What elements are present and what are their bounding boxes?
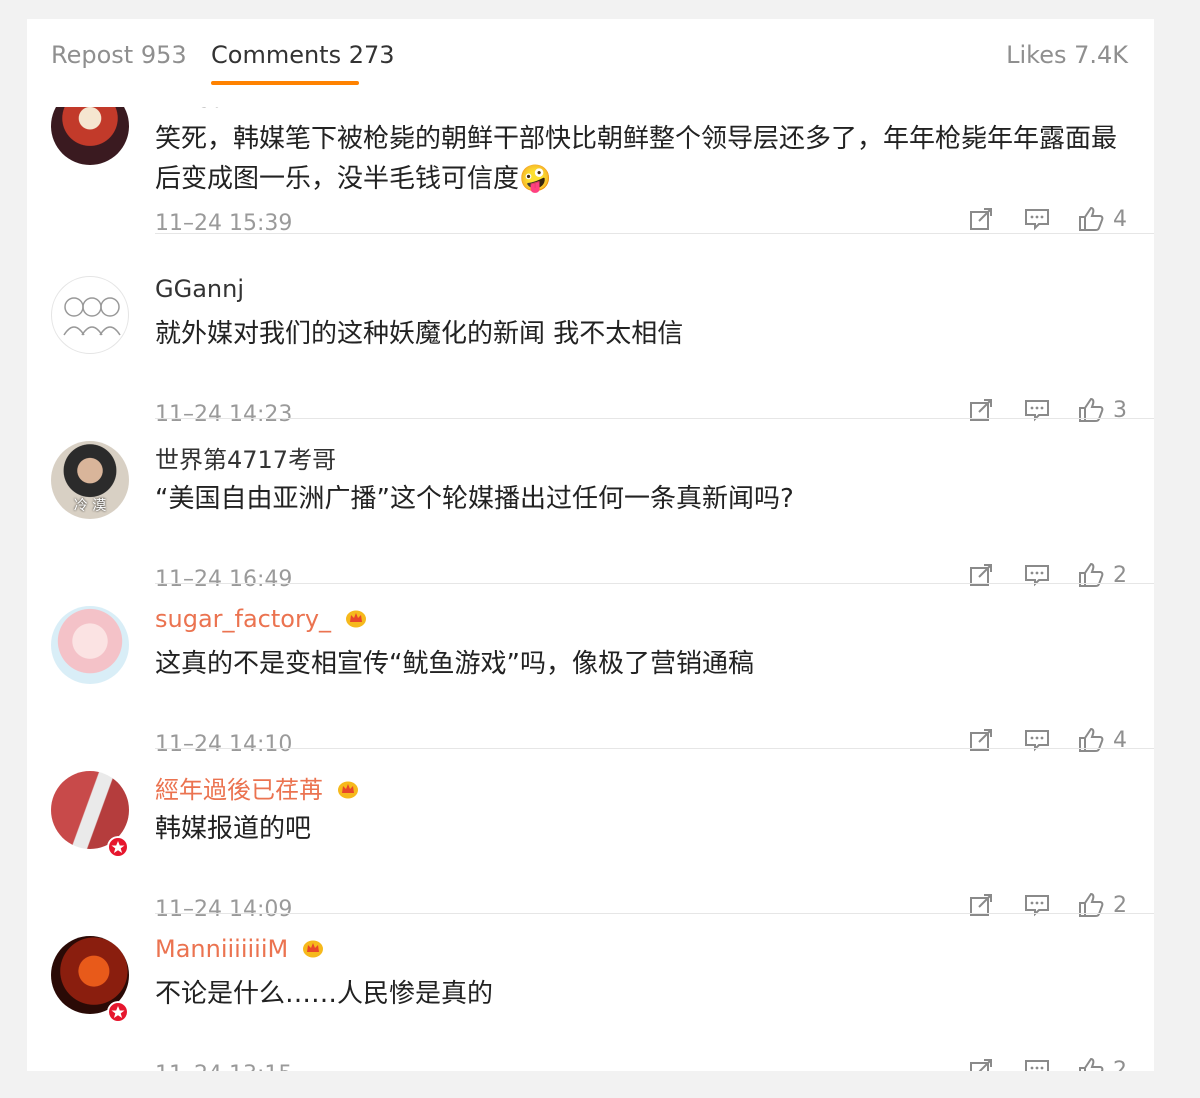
comment-text: 就外媒对我们的这种妖魔化的新闻 我不太相信 [155, 319, 684, 349]
like-count: 4 [1113, 207, 1127, 232]
vip-crown-icon [337, 781, 358, 799]
tab-comments[interactable]: Comments 273 [211, 41, 395, 69]
username[interactable]: 經年過後已荏苒 [155, 770, 359, 805]
user-avatar[interactable] [51, 606, 129, 684]
tab-likes[interactable]: Likes 7.4K [1006, 41, 1128, 69]
comment-item: 冷 漠 世界第4717考哥 “美国自由亚洲广播”这个轮媒播出过任何一条真新闻吗?… [27, 419, 1154, 592]
user-avatar[interactable] [51, 276, 129, 354]
vip-crown-icon [345, 610, 366, 628]
tab-repost[interactable]: Repost 953 [51, 41, 187, 69]
like-count: 2 [1113, 1058, 1127, 1071]
thumbs-up-icon[interactable] [1077, 205, 1105, 233]
verified-badge-icon [107, 1001, 129, 1023]
username-text: 經年過後已荏苒 [155, 776, 323, 804]
comment-text: “美国自由亚洲广播”这个轮媒播出过任何一条真新闻吗? [155, 484, 794, 514]
username[interactable]: ManniiiiiiiM [155, 935, 324, 963]
comments-panel: Repost 953 Comments 273 Likes 7.4K Eltre… [27, 19, 1154, 1071]
tab-bar: Repost 953 Comments 273 Likes 7.4K [27, 19, 1154, 107]
comment-item: ManniiiiiiiM 不论是什么……人民惨是真的 11–24 13:15 2 [27, 914, 1154, 1071]
comment-item: GGannj 就外媒对我们的这种妖魔化的新闻 我不太相信 11–24 14:23… [27, 254, 1154, 427]
comment-item: sugar_factory_ 这真的不是变相宣传“鱿鱼游戏”吗，像极了营销通稿 … [27, 584, 1154, 757]
verified-badge-icon [107, 836, 129, 858]
share-icon[interactable] [967, 205, 995, 233]
share-icon[interactable] [967, 1056, 995, 1071]
comment-item: 經年過後已荏苒 韩媒报道的吧 11–24 14:09 2 [27, 749, 1154, 922]
comment-text: 笑死，韩媒笔下被枪毙的朝鲜干部快比朝鲜整个领导层还多了，年年枪毙年年露面最后变成… [155, 124, 1118, 194]
thumbs-up-icon[interactable] [1077, 1056, 1105, 1071]
comment-icon[interactable] [1023, 205, 1051, 233]
comment-time: 11–24 13:15 [155, 1062, 292, 1071]
username[interactable]: GGannj [155, 275, 244, 303]
comment-text: 这真的不是变相宣传“鱿鱼游戏”吗，像极了营销通稿 [155, 649, 754, 679]
vip-crown-icon [302, 940, 323, 958]
comment-icon[interactable] [1023, 1056, 1051, 1071]
divider [155, 233, 1154, 234]
username[interactable]: 世界第4717考哥 [155, 440, 336, 475]
comment-text: 韩媒报道的吧 [155, 814, 312, 844]
user-avatar[interactable]: 冷 漠 [51, 441, 129, 519]
username-text: ManniiiiiiiM [155, 935, 289, 963]
avatar-caption: 冷 漠 [73, 498, 107, 514]
username[interactable]: sugar_factory_ [155, 605, 367, 633]
username-text: sugar_factory_ [155, 605, 332, 633]
comment-text: 不论是什么……人民惨是真的 [155, 979, 494, 1009]
active-tab-indicator [211, 81, 359, 85]
